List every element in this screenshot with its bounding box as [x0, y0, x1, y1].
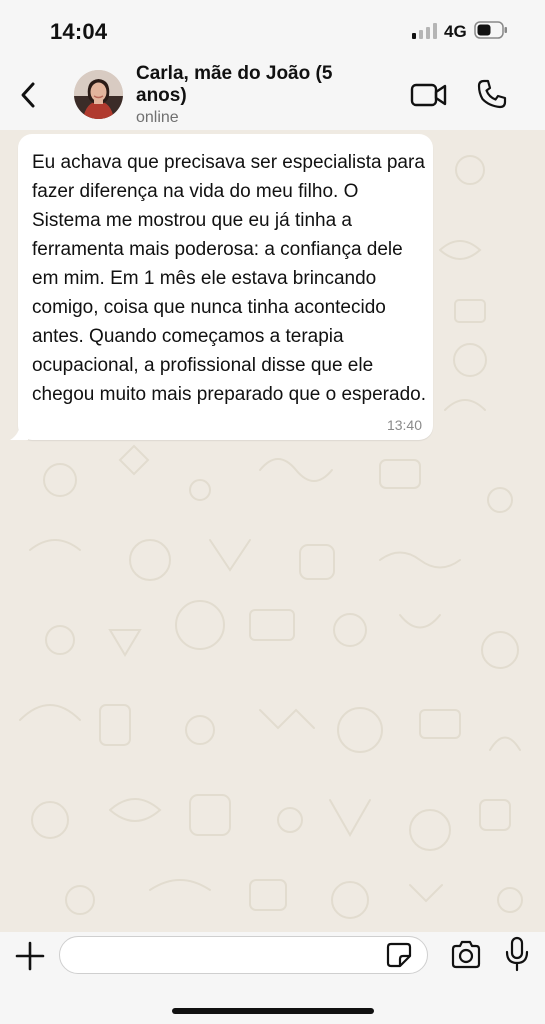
- contact-name[interactable]: Carla, mãe do João (5 anos): [136, 63, 386, 107]
- message-bubble[interactable]: Eu achava que precisava ser especialista…: [18, 134, 433, 440]
- chat-area[interactable]: Eu achava que precisava ser especialista…: [0, 130, 545, 932]
- status-bar: 14:04 4G: [0, 0, 545, 58]
- input-bar: [0, 932, 545, 1024]
- video-call-icon[interactable]: [410, 80, 448, 110]
- avatar-photo: [74, 70, 123, 119]
- phone-icon[interactable]: [476, 78, 508, 110]
- message-input[interactable]: [59, 936, 428, 974]
- network-type: 4G: [444, 22, 467, 41]
- contact-status: online: [136, 109, 179, 126]
- bubble-tail: [10, 416, 28, 440]
- back-arrow-icon: [21, 82, 35, 108]
- avatar[interactable]: [74, 70, 123, 119]
- sticker-icon[interactable]: [386, 942, 412, 968]
- message-text: Eu achava que precisava ser especialista…: [32, 152, 426, 405]
- status-time: 14:04: [50, 19, 108, 44]
- back-button[interactable]: [14, 78, 42, 112]
- home-indicator[interactable]: [172, 1008, 374, 1014]
- camera-icon[interactable]: [450, 940, 482, 970]
- battery-icon: [474, 21, 507, 39]
- plus-icon[interactable]: [14, 940, 46, 972]
- signal-icon: [412, 23, 437, 39]
- microphone-icon[interactable]: [504, 936, 530, 972]
- chat-header: Carla, mãe do João (5 anos) online: [0, 58, 545, 130]
- message-time: 13:40: [386, 417, 422, 433]
